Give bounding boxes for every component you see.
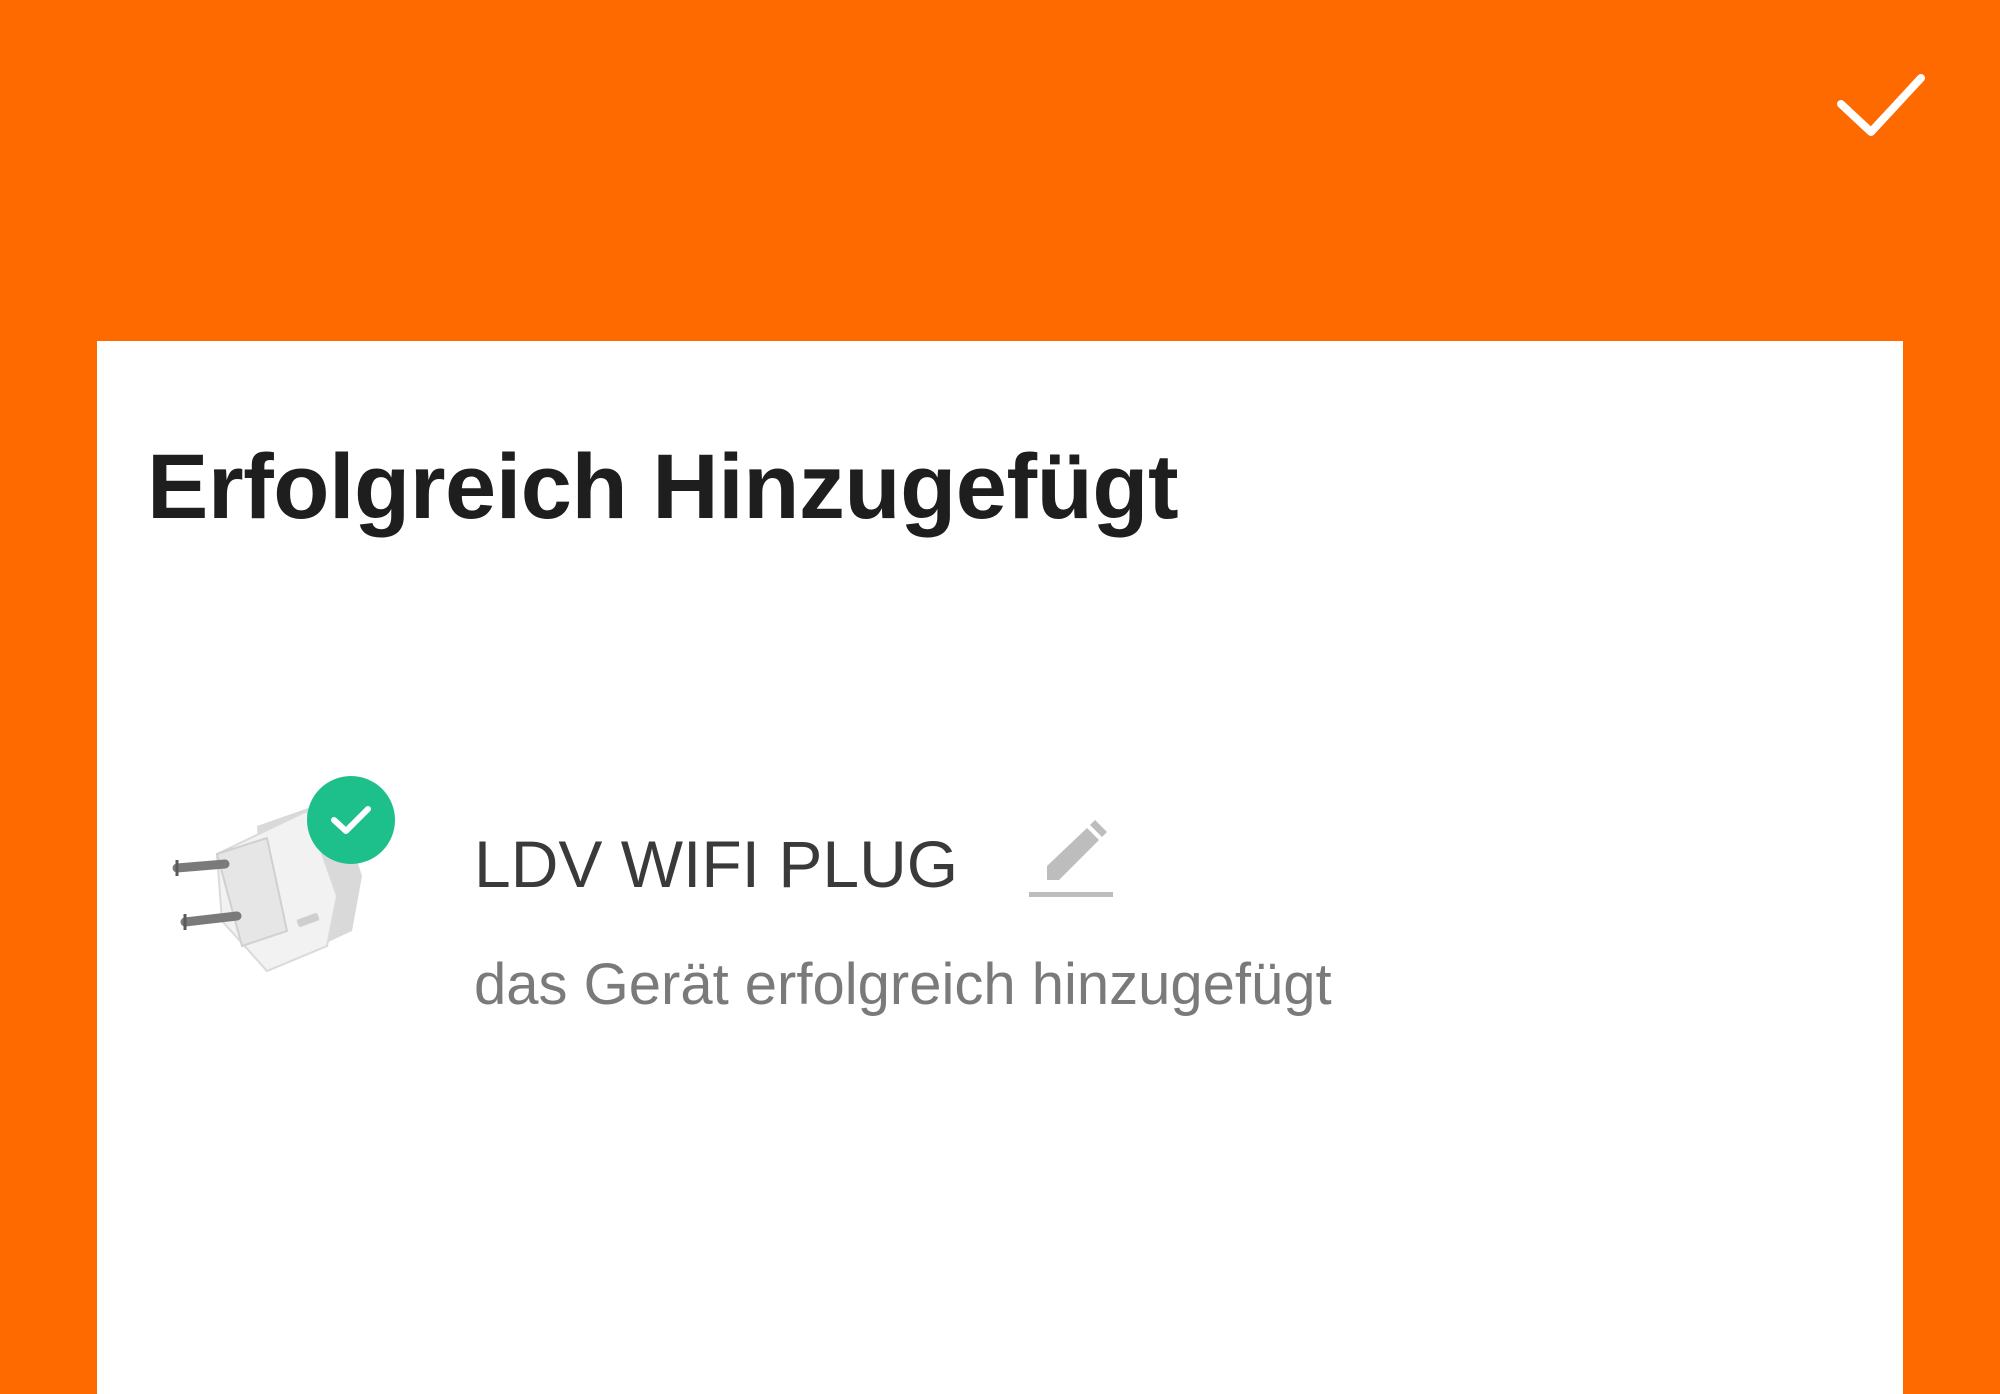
pencil-icon: [1029, 820, 1113, 897]
device-row: LDV WIFI PLUG das Gerät erfolgreich hinz…: [147, 756, 1847, 1014]
success-card: Erfolgreich Hinzugefügt LDV WIFI PLUG da…: [97, 341, 1903, 1394]
edit-name-button[interactable]: [1027, 818, 1117, 906]
device-status-text: das Gerät erfolgreich hinzugefügt: [474, 952, 1332, 1017]
done-button[interactable]: [1822, 62, 1940, 148]
top-bar: [0, 0, 2000, 340]
page-title: Erfolgreich Hinzugefügt: [147, 436, 1179, 538]
device-name: LDV WIFI PLUG: [474, 827, 959, 901]
check-circle-icon: [307, 776, 395, 864]
checkmark-icon: [1837, 74, 1925, 136]
